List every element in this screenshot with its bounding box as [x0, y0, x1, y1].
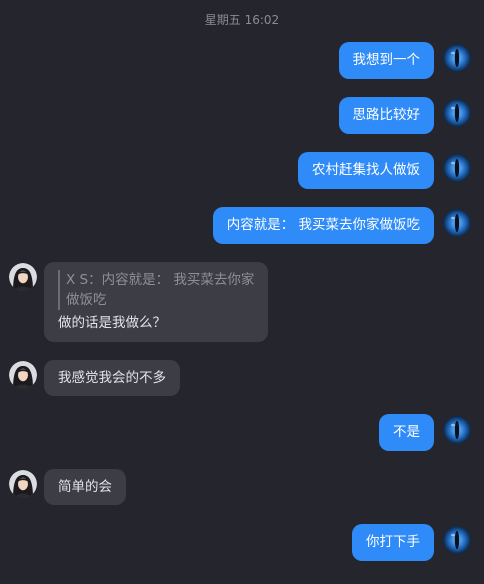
outgoing-message-bubble[interactable]: 我想到一个 — [338, 42, 434, 79]
woman-portrait-avatar-icon — [9, 361, 37, 389]
contact-avatar[interactable] — [9, 361, 37, 389]
incoming-message-bubble[interactable]: 我感觉我会的不多 — [44, 360, 180, 396]
message-timestamp: 星期五 16:02 — [204, 13, 280, 27]
blue-eye-avatar-icon — [443, 154, 471, 182]
contact-avatar[interactable] — [9, 470, 37, 498]
blue-eye-avatar-icon — [443, 99, 471, 127]
incoming-reply-bubble[interactable]: X S：内容就是： 我买菜去你家 做饭吃 做的话是我做么？ — [44, 262, 268, 342]
blue-eye-avatar-icon — [443, 209, 471, 237]
self-avatar[interactable] — [443, 209, 471, 237]
quoted-message[interactable]: X S：内容就是： 我买菜去你家 做饭吃 — [58, 270, 254, 310]
outgoing-message-bubble[interactable]: 农村赶集找人做饭 — [298, 152, 434, 189]
self-avatar[interactable] — [443, 99, 471, 127]
blue-eye-avatar-icon — [443, 526, 471, 554]
incoming-message-bubble[interactable]: 简单的会 — [44, 469, 126, 505]
self-avatar[interactable] — [443, 526, 471, 554]
blue-eye-avatar-icon — [443, 44, 471, 72]
outgoing-message-bubble[interactable]: 内容就是： 我买菜去你家做饭吃 — [212, 207, 434, 244]
blue-eye-avatar-icon — [443, 416, 471, 444]
self-avatar[interactable] — [443, 44, 471, 72]
outgoing-message-bubble[interactable]: 不是 — [379, 414, 434, 451]
self-avatar[interactable] — [443, 416, 471, 444]
woman-portrait-avatar-icon — [9, 470, 37, 498]
outgoing-message-bubble[interactable]: 你打下手 — [352, 524, 434, 561]
quoted-text-line: X S：内容就是： 我买菜去你家 — [66, 272, 255, 288]
contact-avatar[interactable] — [9, 263, 37, 291]
quoted-text-line: 做饭吃 — [66, 292, 107, 308]
reply-text: 做的话是我做么？ — [58, 315, 166, 331]
outgoing-message-bubble[interactable]: 思路比较好 — [338, 97, 434, 134]
self-avatar[interactable] — [443, 154, 471, 182]
woman-portrait-avatar-icon — [9, 263, 37, 291]
